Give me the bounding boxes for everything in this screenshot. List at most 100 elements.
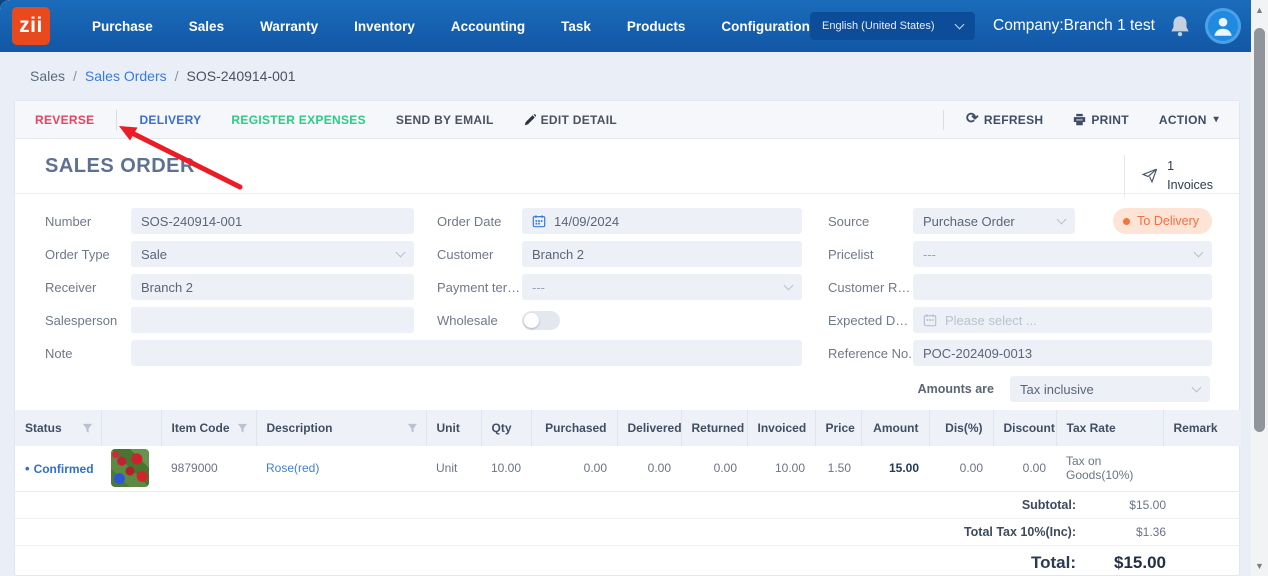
reference-no-value: POC-202409-0013 [923, 345, 1033, 361]
calendar-icon [532, 215, 546, 228]
invoices-count: 1 [1167, 159, 1175, 173]
breadcrumb-root: Sales [30, 68, 66, 84]
print-label: PRINT [1091, 112, 1129, 127]
notification-bell-icon[interactable] [1167, 13, 1193, 39]
breadcrumb-separator: / [174, 68, 179, 84]
nav-item-configuration[interactable]: Configuration [721, 19, 809, 34]
customer-reference-label: Customer Refer... [828, 279, 913, 295]
product-thumbnail[interactable] [111, 449, 149, 488]
row-description: Rose(red) [256, 446, 426, 492]
chevron-down-icon [1191, 382, 1202, 393]
customer-reference-input[interactable] [913, 274, 1212, 300]
tax-label: Total Tax 10%(Inc): [963, 524, 1076, 539]
row-remark [1163, 446, 1241, 492]
app-logo[interactable]: zii [12, 7, 50, 45]
row-discount: 0.00 [993, 446, 1056, 492]
pricelist-select[interactable]: --- [913, 241, 1212, 267]
send-by-email-button[interactable]: SEND BY EMAIL [396, 113, 494, 127]
source-label: Source [828, 213, 870, 229]
number-input[interactable]: SOS-240914-001 [131, 208, 414, 234]
totals-section: Subtotal: $15.00 Total Tax 10%(Inc): $1.… [15, 492, 1241, 576]
refresh-button[interactable]: ⟳ REFRESH [966, 111, 1044, 127]
breadcrumb-separator: / [73, 68, 77, 84]
total-row: Total: $15.00 [15, 546, 1241, 576]
chevron-down-icon [1193, 247, 1204, 258]
payment-terms-select[interactable]: --- [522, 274, 802, 300]
filter-icon[interactable] [82, 423, 93, 434]
navbar-right: English (United States) Company:Branch 1… [810, 8, 1241, 44]
source-select[interactable]: Purchase Order [913, 208, 1075, 234]
reverse-button[interactable]: REVERSE [35, 113, 94, 127]
customer-value: Branch 2 [532, 246, 585, 262]
col-price: Price [814, 410, 861, 446]
customer-label: Customer [437, 246, 494, 262]
pencil-icon [524, 113, 536, 125]
nav-item-products[interactable]: Products [627, 19, 686, 34]
language-selector[interactable]: English (United States) [810, 12, 976, 40]
nav-item-inventory[interactable]: Inventory [354, 19, 415, 34]
breadcrumb: Sales / Sales Orders / SOS-240914-001 [0, 52, 1251, 100]
invoices-label: Invoices [1167, 177, 1213, 192]
customer-input[interactable]: Branch 2 [522, 241, 802, 267]
col-purchased: Purchased [530, 410, 617, 446]
nav-item-accounting[interactable]: Accounting [451, 19, 525, 34]
filter-icon[interactable] [237, 423, 248, 434]
col-status: Status [15, 410, 101, 446]
wholesale-toggle[interactable] [522, 310, 560, 330]
row-unit: Unit [426, 446, 481, 492]
breadcrumb-current: SOS-240914-001 [186, 68, 296, 84]
amounts-are-select[interactable]: Tax inclusive [1010, 376, 1210, 402]
note-input[interactable] [131, 340, 802, 366]
description-link[interactable]: Rose(red) [266, 461, 319, 475]
table-header-row: Status Item Code Description Unit Qty Pu… [15, 410, 1241, 446]
toolbar-divider [116, 109, 118, 130]
app-viewport: zii Purchase Sales Warranty Inventory Ac… [0, 0, 1268, 576]
edit-detail-button[interactable]: EDIT DETAIL [524, 113, 617, 127]
receiver-input[interactable]: Branch 2 [131, 274, 414, 300]
scrollbar-thumb[interactable] [1254, 28, 1265, 432]
order-date-label: Order Date [437, 213, 502, 229]
scroll-down-arrow[interactable]: ▼ [1251, 558, 1268, 574]
row-purchased: 0.00 [531, 446, 617, 492]
row-amount: 15.00 [861, 446, 929, 492]
wholesale-cell [522, 307, 802, 333]
row-item-code: 9879000 [161, 446, 256, 492]
top-navbar: zii Purchase Sales Warranty Inventory Ac… [0, 0, 1251, 52]
nav-item-purchase[interactable]: Purchase [92, 19, 153, 34]
nav-item-task[interactable]: Task [561, 19, 591, 34]
print-button[interactable]: PRINT [1073, 113, 1129, 127]
refresh-label: REFRESH [983, 112, 1044, 127]
user-avatar[interactable] [1205, 8, 1241, 44]
source-value: Purchase Order [923, 213, 1015, 229]
reference-no-input[interactable]: POC-202409-0013 [913, 340, 1212, 366]
nav-item-warranty[interactable]: Warranty [260, 19, 318, 34]
col-invoiced: Invoiced [746, 410, 815, 446]
order-lines-table: Status Item Code Description Unit Qty Pu… [15, 410, 1241, 492]
row-qty: 10.00 [481, 446, 531, 492]
action-toolbar: REVERSE DELIVERY REGISTER EXPENSES SEND … [15, 101, 1239, 139]
nav-item-sales[interactable]: Sales [189, 19, 224, 34]
expected-date-input[interactable]: Please select ... [913, 307, 1212, 333]
salesperson-input[interactable] [131, 307, 414, 333]
filter-icon[interactable] [407, 423, 418, 434]
expected-date-placeholder: Please select ... [945, 312, 1037, 328]
invoices-link[interactable]: 1 Invoices [1124, 155, 1219, 197]
subtotal-value: $15.00 [1129, 497, 1166, 512]
action-dropdown-button[interactable]: ACTION ▾ [1159, 113, 1219, 127]
row-delivered: 0.00 [617, 446, 681, 492]
order-type-select[interactable]: Sale [131, 241, 414, 267]
vertical-scrollbar[interactable]: ▲ ▼ [1251, 0, 1268, 576]
register-expenses-button[interactable]: REGISTER EXPENSES [231, 113, 365, 127]
order-type-value: Sale [141, 246, 168, 262]
order-date-input[interactable]: 14/09/2024 [522, 208, 802, 234]
row-invoiced: 10.00 [747, 446, 815, 492]
order-date-value: 14/09/2024 [554, 213, 620, 229]
order-form: Number SOS-240914-001 Order Date 14/09/2… [15, 208, 1239, 366]
status-badge: To Delivery [1113, 208, 1212, 234]
amounts-are-label: Amounts are [917, 382, 994, 396]
breadcrumb-sales-orders-link[interactable]: Sales Orders [85, 68, 167, 84]
scroll-up-arrow[interactable]: ▲ [1251, 2, 1268, 18]
delivery-button[interactable]: DELIVERY [139, 113, 201, 127]
table-row[interactable]: • Confirmed 9879000 Rose(red) Unit 10.00 … [15, 446, 1241, 492]
number-value: SOS-240914-001 [141, 213, 243, 229]
